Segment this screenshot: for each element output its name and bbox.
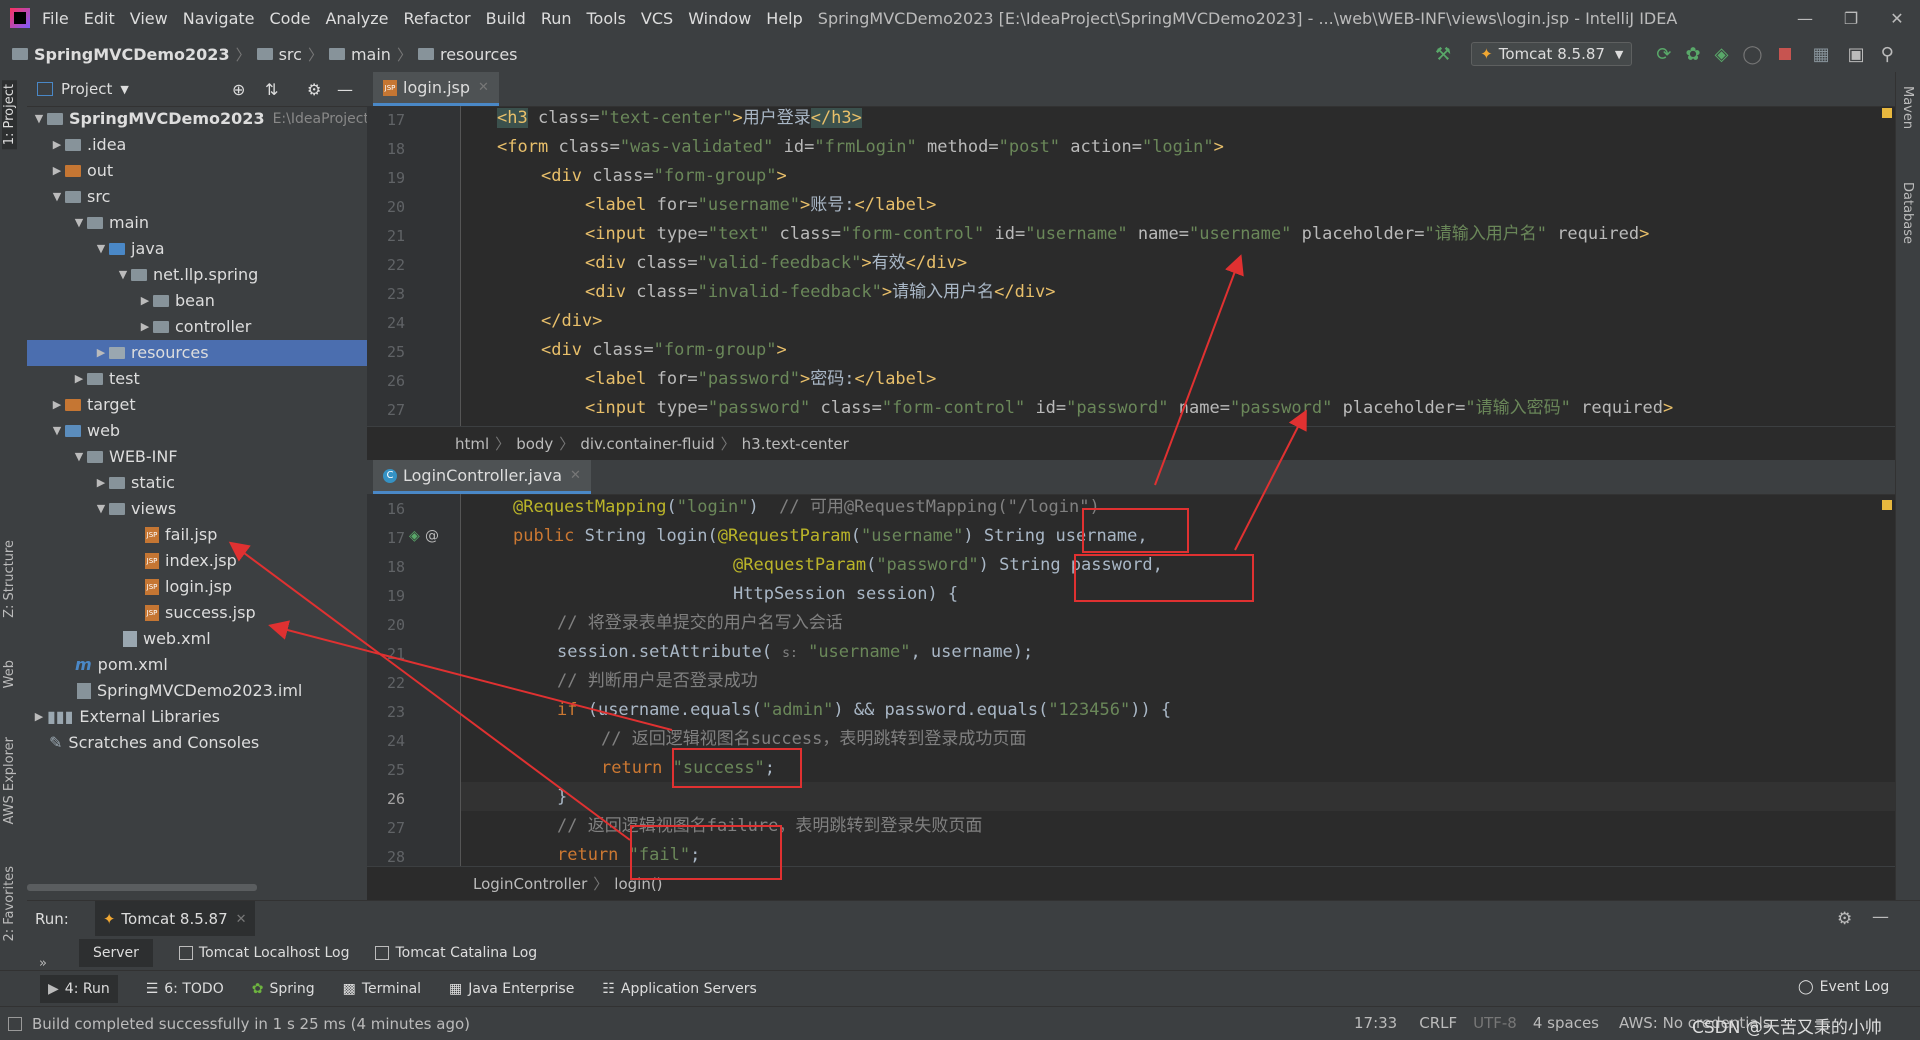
subtab-localhost-log[interactable]: Tomcat Localhost Log xyxy=(178,945,349,961)
expand-chevron-icon[interactable]: » xyxy=(39,956,47,971)
run-panel-header: Run: ✦ Tomcat 8.5.87 ✕ ⚙ — xyxy=(27,900,1920,937)
gear-icon[interactable]: ⚙ xyxy=(1837,909,1852,929)
enterprise-icon: ▦ xyxy=(449,981,463,997)
terminal-icon: ▩ xyxy=(342,981,356,997)
balloon-icon: ◯ xyxy=(1798,979,1814,995)
run-tab-tomcat[interactable]: ✦ Tomcat 8.5.87 ✕ xyxy=(94,901,255,937)
list-icon: ☰ xyxy=(145,981,159,997)
status-bar: Build completed successfully in 1 s 25 m… xyxy=(0,1006,1920,1040)
annotation-arrows xyxy=(228,254,1307,841)
line-separator[interactable]: CRLF xyxy=(1419,1014,1457,1032)
cursor-position[interactable]: 17:33 xyxy=(1354,1014,1397,1032)
spring-leaf-icon: ✿ xyxy=(251,981,264,997)
close-tab-icon[interactable]: ✕ xyxy=(236,912,247,927)
toolwin-application-servers[interactable]: ☷ Application Servers xyxy=(602,981,756,997)
file-encoding[interactable]: UTF-8 xyxy=(1473,1014,1517,1032)
event-log-button[interactable]: ◯ Event Log xyxy=(1798,979,1889,995)
toolwin-run[interactable]: ▶ 4: Run xyxy=(40,975,118,1003)
log-icon xyxy=(375,946,390,960)
watermark: CSDN @天苦又秉的小帅 xyxy=(1692,1018,1882,1038)
hide-panel-icon[interactable]: — xyxy=(1872,907,1889,927)
arrow-fail xyxy=(228,541,631,841)
tool-windows-bar: ▶ 4: Run ☰ 6: TODO ✿ Spring ▩ Terminal ▦ Java… xyxy=(0,970,1920,1007)
subtab-catalina-log[interactable]: Tomcat Catalina Log xyxy=(375,945,537,961)
status-message: Build completed successfully in 1 s 25 m… xyxy=(32,1014,470,1033)
toolwin-todo[interactable]: ☰ 6: TODO xyxy=(146,981,224,997)
log-icon xyxy=(178,946,193,960)
run-subtabs: Server Tomcat Localhost Log Tomcat Catal… xyxy=(27,936,1920,971)
arrow-username xyxy=(1154,254,1244,486)
subtab-server[interactable]: Server xyxy=(79,939,153,967)
toolwin-java-enterprise[interactable]: ▦ Java Enterprise xyxy=(449,981,574,997)
indent-setting[interactable]: 4 spaces xyxy=(1533,1014,1599,1032)
server-icon: ☷ xyxy=(602,981,615,997)
tomcat-icon: ✦ xyxy=(102,910,116,928)
status-toggle-icon[interactable] xyxy=(8,1016,22,1031)
arrow-password xyxy=(1234,409,1307,551)
arrow-success xyxy=(268,620,673,731)
toolwin-spring[interactable]: ✿ Spring xyxy=(252,981,315,997)
toolwin-terminal[interactable]: ▩ Terminal xyxy=(343,981,421,997)
play-icon: ▶ xyxy=(48,981,59,997)
